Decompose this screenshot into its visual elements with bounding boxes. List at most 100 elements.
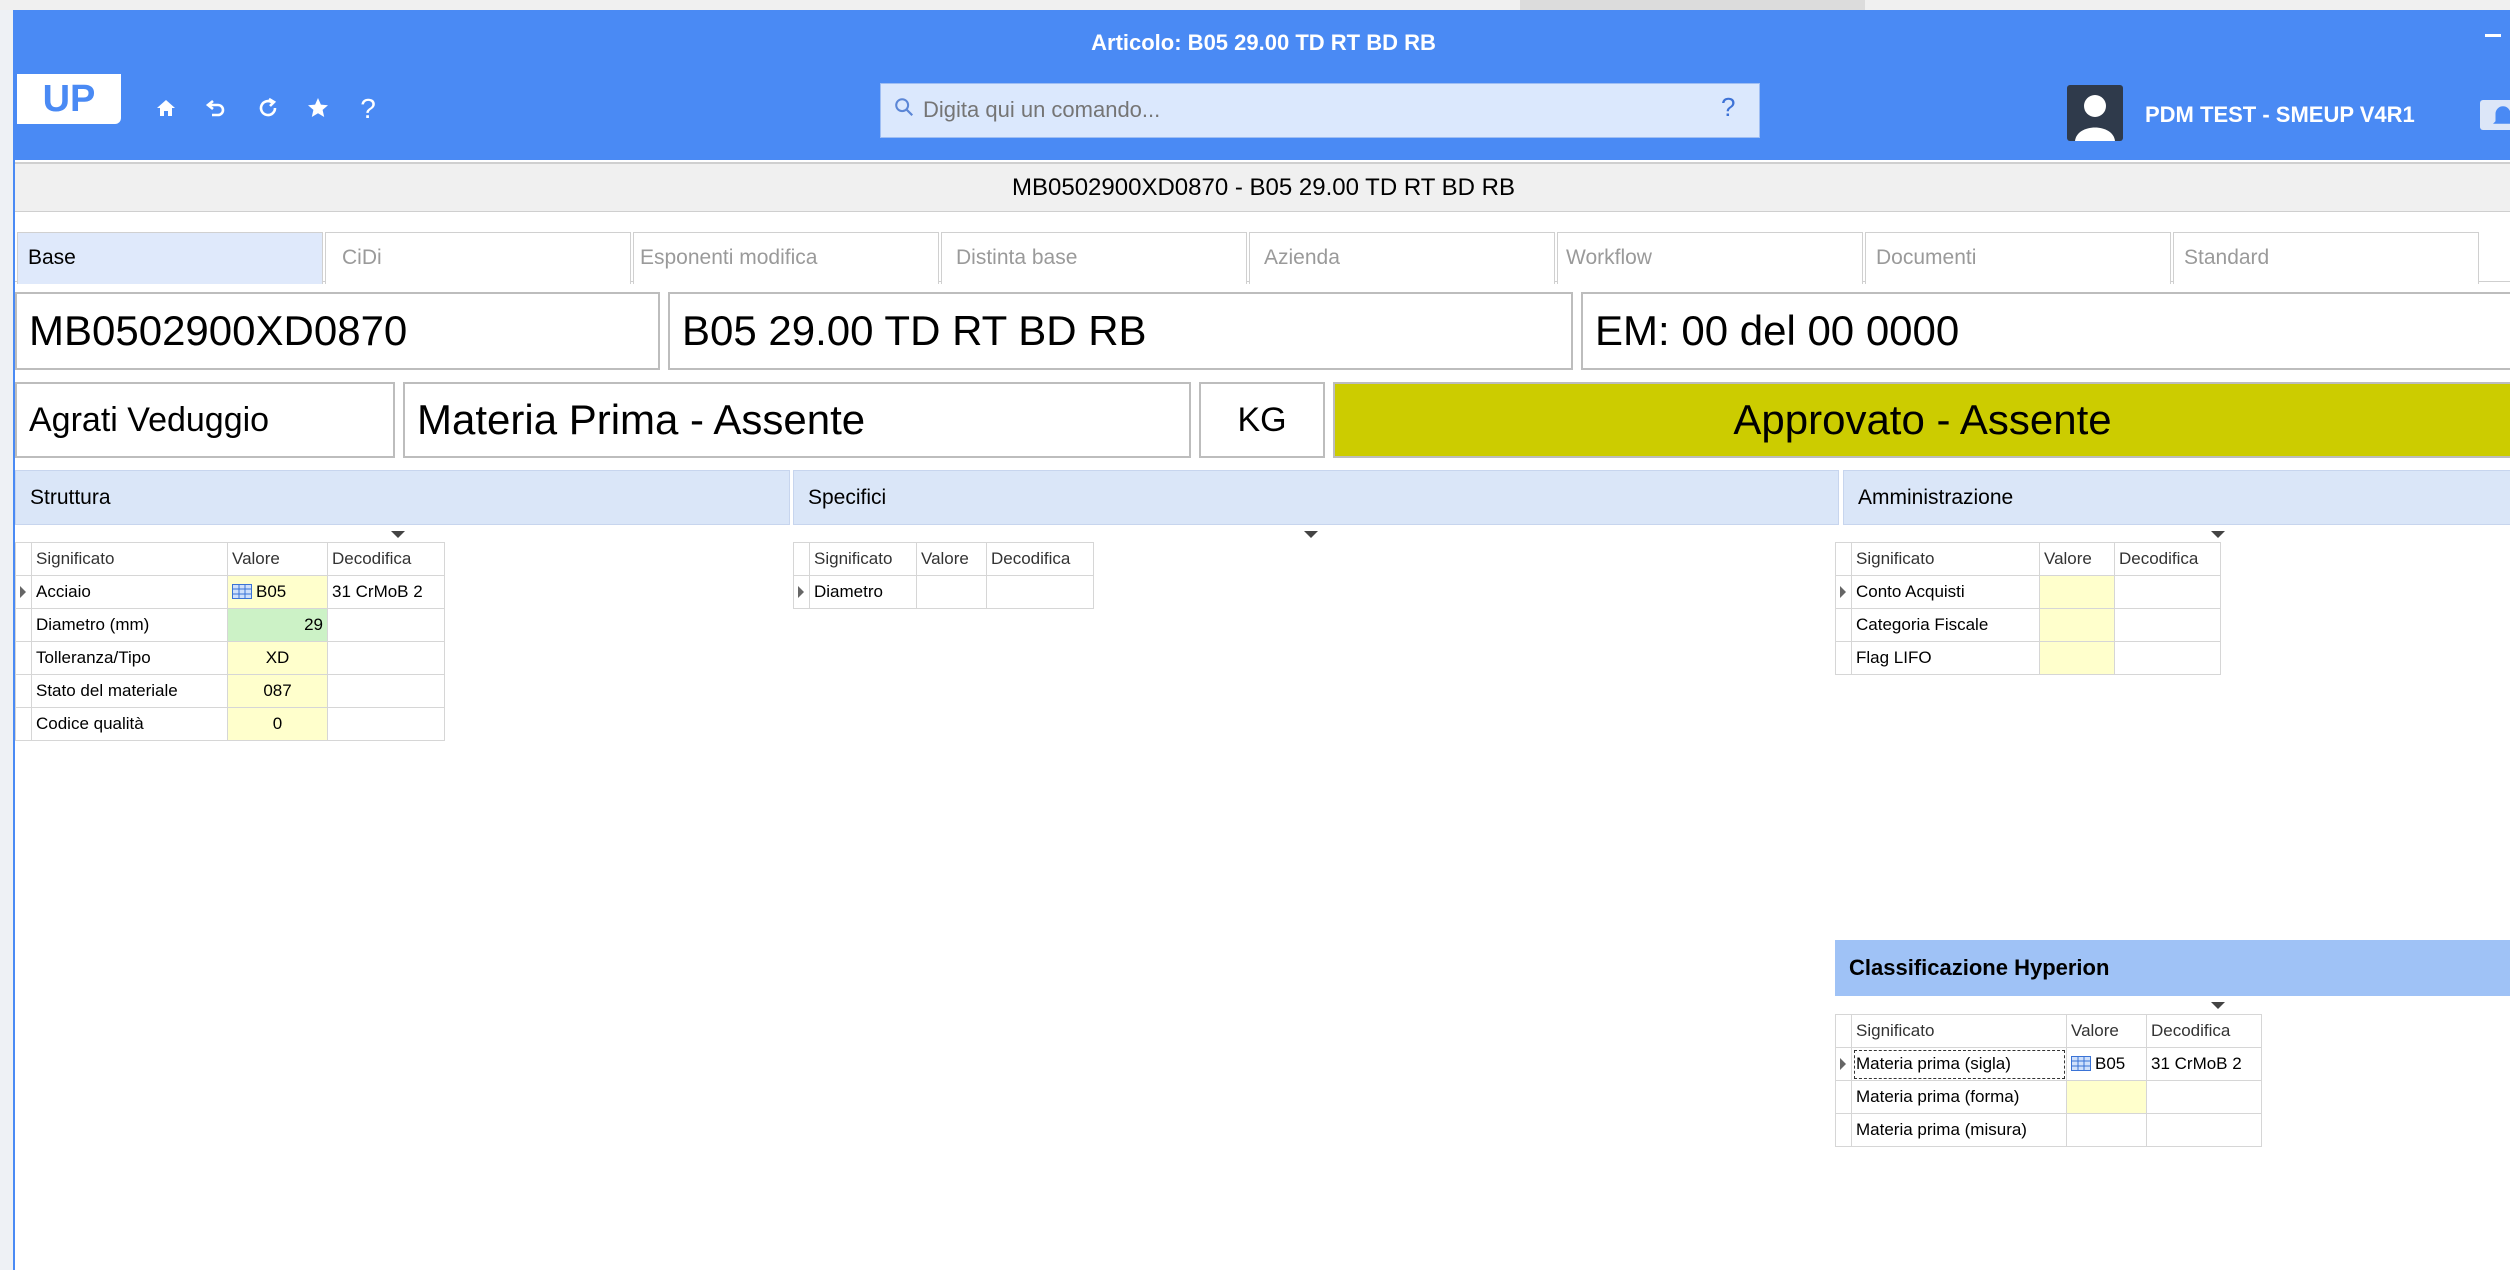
cell-decodifica <box>2146 1113 2262 1147</box>
cell-significato: Codice qualità <box>31 707 228 741</box>
search-input[interactable] <box>921 90 1701 130</box>
column-header-decodifica[interactable]: Decodifica <box>327 542 445 576</box>
column-header-valore[interactable]: Valore <box>227 542 328 576</box>
cell-decodifica <box>327 641 445 675</box>
table-row[interactable]: Conto Acquisti <box>1835 575 2221 609</box>
row-selector[interactable] <box>15 575 32 609</box>
table-row[interactable]: Flag LIFO <box>1835 641 2221 675</box>
row-selector[interactable] <box>15 608 32 642</box>
row-selector[interactable] <box>15 707 32 741</box>
tab-workflow[interactable]: Workflow <box>1557 232 1863 284</box>
row-selector[interactable] <box>1835 575 1852 609</box>
cell-valore[interactable]: 087 <box>227 674 328 708</box>
specifici-table: Significato Valore Decodifica Diametro <box>793 542 1094 609</box>
cell-decodifica <box>2114 641 2221 675</box>
table-row[interactable]: Codice qualità 0 <box>15 707 445 741</box>
section-hyperion-header: Classificazione Hyperion <box>1835 940 2510 996</box>
plant-field: Agrati Veduggio <box>15 382 395 458</box>
cell-valore[interactable]: XD <box>227 641 328 675</box>
cell-decodifica <box>2114 575 2221 609</box>
column-header-decodifica[interactable]: Decodifica <box>2146 1014 2262 1048</box>
row-selector[interactable] <box>1835 1113 1852 1147</box>
bell-icon[interactable] <box>2480 100 2510 130</box>
cell-significato: Diametro <box>809 575 917 609</box>
hyperion-collapse-icon[interactable] <box>2211 1002 2225 1009</box>
struttura-collapse-icon[interactable] <box>391 531 405 538</box>
home-icon[interactable] <box>147 96 185 126</box>
table-row[interactable]: Diametro (mm) 29 <box>15 608 445 642</box>
tab-bar: Base CiDi Esponenti modifica Distinta ba… <box>15 222 2510 284</box>
row-selector[interactable] <box>1835 1080 1852 1114</box>
tab-distinta-base[interactable]: Distinta base <box>941 232 1247 284</box>
cell-valore[interactable]: 0 <box>227 707 328 741</box>
current-row-icon <box>1840 1058 1846 1070</box>
column-header-significato[interactable]: Significato <box>809 542 917 576</box>
app-window: Articolo: B05 29.00 TD RT BD RB UP ? ? P… <box>13 10 2510 1270</box>
table-row[interactable]: Tolleranza/Tipo XD <box>15 641 445 675</box>
table-row[interactable]: Materia prima (forma) <box>1835 1080 2262 1114</box>
row-selector[interactable] <box>1835 641 1852 675</box>
cell-decodifica <box>327 674 445 708</box>
row-selector[interactable] <box>1835 1047 1852 1081</box>
amministrazione-collapse-icon[interactable] <box>2211 531 2225 538</box>
cell-valore[interactable]: B05 <box>2066 1047 2147 1081</box>
tab-esponenti-modifica[interactable]: Esponenti modifica <box>633 232 939 284</box>
cell-valore[interactable] <box>2039 608 2115 642</box>
item-description-field: B05 29.00 TD RT BD RB <box>668 292 1573 370</box>
column-header-valore[interactable]: Valore <box>2066 1014 2147 1048</box>
cell-valore[interactable] <box>2039 575 2115 609</box>
cell-significato[interactable]: Materia prima (sigla) <box>1851 1047 2067 1081</box>
cell-valore[interactable] <box>2066 1113 2147 1147</box>
cell-valore[interactable] <box>2066 1080 2147 1114</box>
tab-base[interactable]: Base <box>17 232 323 284</box>
user-name[interactable]: PDM TEST - SMEUP V4R1 <box>2145 102 2415 128</box>
tab-standard[interactable]: Standard <box>2173 232 2479 284</box>
tab-cidi[interactable]: CiDi <box>325 232 631 284</box>
column-header-significato[interactable]: Significato <box>1851 542 2040 576</box>
table-row[interactable]: Materia prima (misura) <box>1835 1113 2262 1147</box>
table-lookup-icon[interactable] <box>2071 1056 2091 1071</box>
table-row[interactable]: Categoria Fiscale <box>1835 608 2221 642</box>
table-lookup-icon[interactable] <box>232 584 252 599</box>
column-header-decodifica[interactable]: Decodifica <box>2114 542 2221 576</box>
star-icon[interactable] <box>299 96 337 126</box>
undo-icon[interactable] <box>197 96 235 126</box>
column-header-valore[interactable]: Valore <box>2039 542 2115 576</box>
search-help-icon[interactable]: ? <box>1721 92 1735 123</box>
current-row-icon <box>20 586 26 598</box>
avatar[interactable] <box>2067 85 2123 141</box>
table-row[interactable]: Stato del materiale 087 <box>15 674 445 708</box>
desktop-strip <box>0 0 2510 10</box>
cell-valore[interactable] <box>916 575 987 609</box>
tab-azienda[interactable]: Azienda <box>1249 232 1555 284</box>
cell-decodifica: 31 CrMoB 2 <box>327 575 445 609</box>
row-selector[interactable] <box>793 575 810 609</box>
tab-documenti[interactable]: Documenti <box>1865 232 2171 284</box>
minimize-button[interactable] <box>2485 34 2501 37</box>
cell-significato: Conto Acquisti <box>1851 575 2040 609</box>
command-search[interactable]: ? <box>880 83 1760 138</box>
column-header-significato[interactable]: Significato <box>1851 1014 2067 1048</box>
table-row[interactable]: Diametro <box>793 575 1094 609</box>
section-struttura-header: Struttura <box>15 470 790 525</box>
column-header-significato[interactable]: Significato <box>31 542 228 576</box>
help-icon[interactable]: ? <box>349 94 387 124</box>
table-row[interactable]: Materia prima (sigla) B05 31 CrMoB 2 <box>1835 1047 2262 1081</box>
row-selector[interactable] <box>1835 608 1852 642</box>
row-selector[interactable] <box>15 674 32 708</box>
title-bar: Articolo: B05 29.00 TD RT BD RB UP ? ? P… <box>15 10 2510 160</box>
item-type-field: Materia Prima - Assente <box>403 382 1191 458</box>
app-logo[interactable]: UP <box>17 74 121 124</box>
specifici-collapse-icon[interactable] <box>1304 531 1318 538</box>
cell-valore[interactable] <box>2039 641 2115 675</box>
em-field: EM: 00 del 00 0000 <box>1581 292 2510 370</box>
column-header-decodifica[interactable]: Decodifica <box>986 542 1094 576</box>
cell-decodifica <box>2114 608 2221 642</box>
table-row[interactable]: Acciaio B05 31 CrMoB 2 <box>15 575 445 609</box>
cell-valore[interactable]: B05 <box>227 575 328 609</box>
cell-significato: Acciaio <box>31 575 228 609</box>
refresh-icon[interactable] <box>249 96 287 126</box>
column-header-valore[interactable]: Valore <box>916 542 987 576</box>
row-selector[interactable] <box>15 641 32 675</box>
cell-valore[interactable]: 29 <box>227 608 328 642</box>
